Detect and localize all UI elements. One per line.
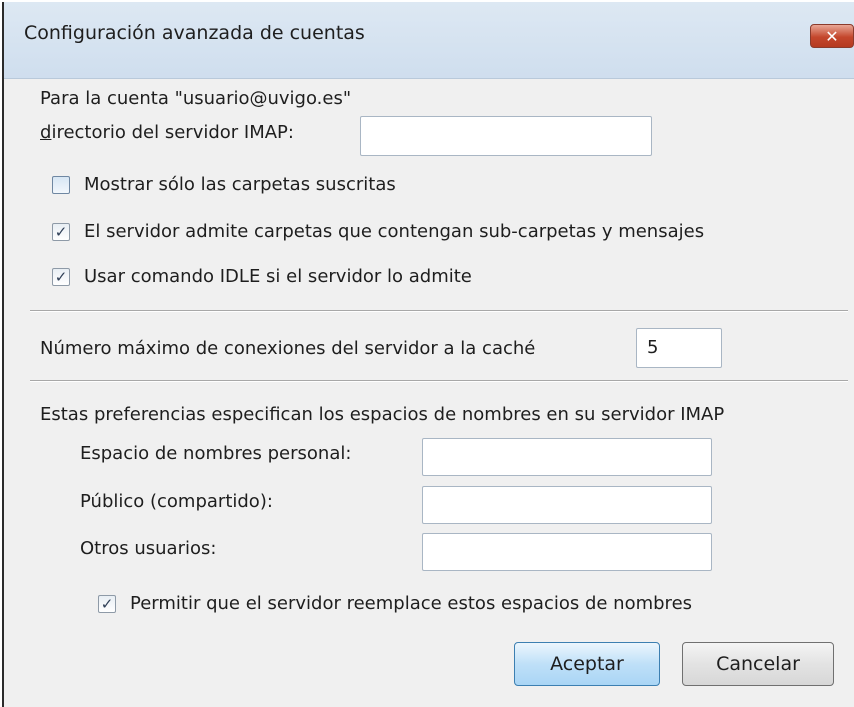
cancel-button-label: Cancelar	[716, 653, 800, 675]
close-icon: ✕	[825, 26, 839, 46]
cache-connections-input[interactable]: 5	[636, 328, 722, 368]
other-users-namespace-input[interactable]	[422, 533, 712, 571]
title-bar: Configuración avanzada de cuentas ✕	[4, 2, 854, 79]
check-icon: ✓	[54, 268, 68, 286]
other-users-namespace-label: Otros usuarios:	[80, 538, 217, 559]
subscribed-only-checkbox[interactable]	[52, 176, 70, 194]
check-icon: ✓	[100, 595, 114, 613]
advanced-account-settings-dialog: Configuración avanzada de cuentas ✕ Para…	[2, 2, 854, 707]
imap-directory-label-accesskey: d	[40, 122, 52, 143]
cache-connections-value: 5	[647, 337, 659, 358]
separator	[30, 380, 848, 381]
personal-namespace-input[interactable]	[422, 438, 712, 476]
personal-namespace-label: Espacio de nombres personal:	[80, 443, 352, 464]
imap-directory-label-text: irectorio del servidor IMAP:	[51, 122, 294, 143]
idle-checkbox[interactable]: ✓	[52, 268, 70, 286]
public-namespace-label: Público (compartido):	[80, 491, 273, 512]
subfolders-messages-label: El servidor admite carpetas que contenga…	[84, 221, 705, 242]
subscribed-only-label: Mostrar sólo las carpetas suscritas	[84, 174, 396, 195]
namespaces-intro: Estas preferencias especifican los espac…	[40, 404, 725, 425]
accept-button-label: Aceptar	[550, 653, 624, 675]
imap-directory-input[interactable]	[360, 116, 652, 156]
idle-label: Usar comando IDLE si el servidor lo admi…	[84, 266, 472, 287]
cancel-button[interactable]: Cancelar	[682, 642, 834, 686]
check-icon: ✓	[54, 223, 68, 241]
cache-connections-label: Número máximo de conexiones del servidor…	[40, 338, 536, 359]
accept-button[interactable]: Aceptar	[514, 642, 660, 686]
close-button[interactable]: ✕	[810, 24, 854, 48]
dialog-title: Configuración avanzada de cuentas	[24, 22, 365, 44]
account-label: Para la cuenta "usuario@uvigo.es"	[40, 88, 352, 109]
imap-directory-label: directorio del servidor IMAP:	[40, 122, 294, 143]
allow-override-label: Permitir que el servidor reemplace estos…	[130, 593, 693, 614]
subfolders-messages-checkbox[interactable]: ✓	[52, 223, 70, 241]
separator	[30, 310, 848, 311]
public-namespace-input[interactable]	[422, 486, 712, 524]
allow-override-checkbox[interactable]: ✓	[98, 595, 116, 613]
